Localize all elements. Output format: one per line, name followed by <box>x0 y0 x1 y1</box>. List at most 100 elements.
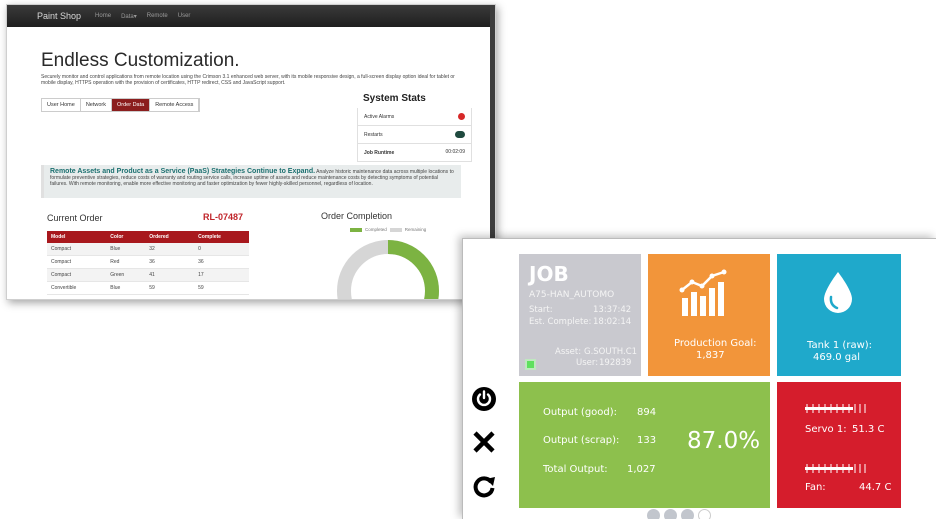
output-good-label: Output (good): <box>543 407 618 418</box>
table-cell: 17 <box>194 268 249 282</box>
table-cell: Compact <box>47 243 107 256</box>
job-tile[interactable]: JOB A75-HAN_AUTOMO Start: 13:37:42 Est. … <box>519 254 641 376</box>
hmi-panel: JOB A75-HAN_AUTOMO Start: 13:37:42 Est. … <box>462 238 936 519</box>
table-cell: 32 <box>145 243 195 256</box>
est-complete-label: Est. Complete: <box>529 317 592 327</box>
table-cell: Blue <box>106 243 146 256</box>
order-completion-title: Order Completion <box>321 211 393 221</box>
column-header: Ordered <box>145 231 195 243</box>
nav-data[interactable]: Data▾ <box>121 13 137 20</box>
total-output-label: Total Output: <box>543 464 608 475</box>
table-cell: Convertible <box>47 281 107 295</box>
order-completion-legend: Completed Remaining <box>350 227 426 232</box>
top-navbar: Paint Shop Home Data▾ Remote User <box>7 5 495 27</box>
table-cell: Green <box>106 268 146 282</box>
page-headline: Endless Customization. <box>41 50 240 71</box>
water-drop-icon <box>824 272 852 313</box>
table-cell: 36 <box>194 255 249 269</box>
output-tile[interactable]: Output (good): 894 Output (scrap): 133 T… <box>519 382 770 508</box>
fan-gauge-icon <box>805 464 866 473</box>
start-value: 13:37:42 <box>593 305 632 315</box>
table-cell: 36 <box>145 255 195 269</box>
servo-label: Servo 1: <box>805 424 847 435</box>
table-cell: Compact <box>47 268 107 282</box>
tab-remote-access[interactable]: Remote Access <box>150 99 200 111</box>
stat-label: Active Alarms <box>364 114 395 120</box>
stat-value: 00:02:09 <box>445 149 465 155</box>
servo-fan-tile[interactable]: Servo 1: 51.3 C Fan: 44.7 C <box>777 382 901 508</box>
brand-link[interactable]: Paint Shop <box>37 11 81 21</box>
stat-job-runtime: Job Runtime 00:02:09 <box>357 144 472 162</box>
power-icon[interactable] <box>471 386 497 412</box>
output-good-value: 894 <box>637 407 657 418</box>
page-tabs: User Home Network Order Data Remote Acce… <box>41 98 201 112</box>
paas-banner: Remote Assets and Product as a Service (… <box>41 165 461 198</box>
stat-label: Job Runtime <box>364 150 395 156</box>
job-title: JOB <box>529 262 569 286</box>
est-complete-value: 18:02:14 <box>593 317 632 327</box>
nav-user[interactable]: User <box>178 13 191 19</box>
close-icon[interactable] <box>471 429 497 455</box>
job-name: A75-HAN_AUTOMO <box>529 290 615 300</box>
legend-swatch-remaining <box>389 227 402 232</box>
tank-tile[interactable]: Tank 1 (raw): 469.0 gal <box>777 254 901 376</box>
page-dot[interactable] <box>664 509 677 519</box>
page-dot[interactable] <box>681 509 694 519</box>
tab-order-data[interactable]: Order Data <box>111 99 151 111</box>
servo-value: 51.3 C <box>852 424 885 435</box>
fan-value: 44.7 C <box>859 482 892 493</box>
output-scrap-value: 133 <box>637 435 657 446</box>
tank-value: 469.0 gal <box>813 352 861 363</box>
stat-label: Restarts <box>364 132 383 138</box>
user-value: 192839 <box>599 358 632 368</box>
tab-user-home[interactable]: User Home <box>42 99 81 111</box>
output-scrap-label: Output (scrap): <box>543 435 620 446</box>
system-stats-title: System Stats <box>363 93 426 104</box>
total-output-value: 1,027 <box>627 464 656 475</box>
legend-completed-label: Completed <box>365 227 387 232</box>
nav-remote[interactable]: Remote <box>147 13 168 19</box>
legend-swatch-completed <box>350 227 362 232</box>
intro-text: Securely monitor and control application… <box>41 74 455 86</box>
table-row: Compact Blue 32 0 <box>47 243 249 256</box>
page-dot[interactable] <box>647 509 660 519</box>
legend-remaining-label: Remaining <box>404 227 427 232</box>
start-label: Start: <box>529 305 553 315</box>
alarm-count-badge <box>458 113 465 122</box>
restart-count-badge <box>455 131 465 140</box>
fan-label: Fan: <box>805 482 826 493</box>
status-indicator-green <box>525 359 536 370</box>
order-id: RL-07487 <box>203 212 244 222</box>
table-header-row: Model Color Ordered Complete <box>47 231 249 243</box>
web-dashboard-window: Paint Shop Home Data▾ Remote User Endles… <box>6 4 496 300</box>
alarm-badge-icon <box>458 113 465 120</box>
column-header: Model <box>47 231 107 243</box>
current-order-table: Model Color Ordered Complete Compact Blu… <box>47 231 249 295</box>
restart-badge-icon <box>455 131 465 138</box>
current-order-title: Current Order <box>47 213 103 223</box>
stat-active-alarms: Active Alarms <box>357 108 472 126</box>
table-cell: Compact <box>47 255 107 269</box>
table-cell: Red <box>106 255 146 269</box>
servo-gauge-icon <box>805 404 866 413</box>
bar-chart-icon <box>679 269 727 316</box>
production-goal-value: 1,837 <box>696 350 725 361</box>
production-goal-tile[interactable]: Production Goal: 1,837 <box>648 254 770 376</box>
tab-network[interactable]: Network <box>81 99 112 111</box>
page-dot[interactable] <box>698 509 711 519</box>
table-cell: 0 <box>194 243 249 256</box>
efficiency-percent: 87.0% <box>687 428 761 454</box>
table-cell: 59 <box>145 281 195 295</box>
column-header: Complete <box>194 231 249 243</box>
column-header: Color <box>106 231 146 243</box>
table-row: Convertible Blue 59 59 <box>47 281 249 295</box>
refresh-icon[interactable] <box>471 473 497 499</box>
table-row: Compact Green 41 17 <box>47 268 249 282</box>
stat-restarts: Restarts <box>357 126 472 144</box>
asset-label: Asset: <box>555 347 582 357</box>
table-cell: Blue <box>106 281 146 295</box>
tank-label: Tank 1 (raw): <box>807 340 873 351</box>
production-goal-label: Production Goal: <box>674 338 757 349</box>
nav-home[interactable]: Home <box>95 13 111 19</box>
banner-heading: Remote Assets and Product as a Service (… <box>50 168 316 175</box>
